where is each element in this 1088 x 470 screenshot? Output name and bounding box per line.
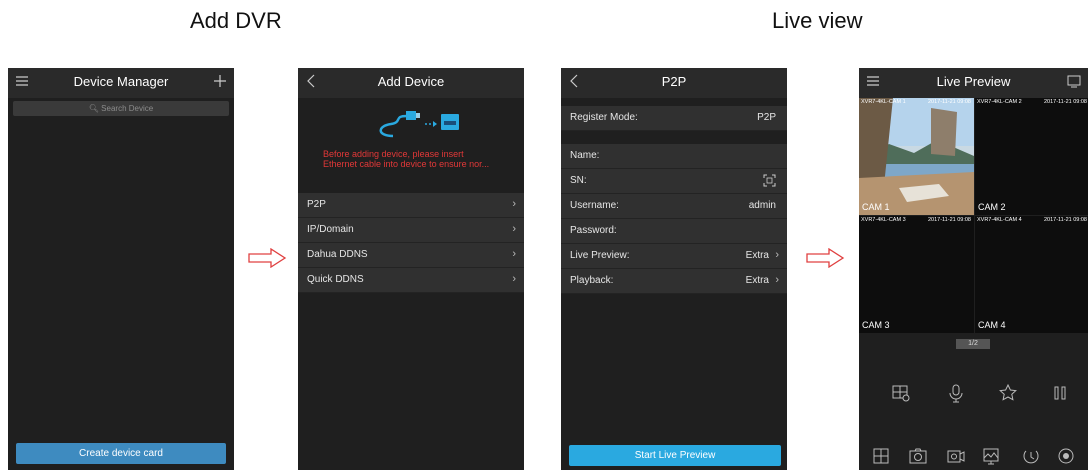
username-value: admin — [748, 200, 776, 211]
option-ip-domain[interactable]: IP/Domain › — [298, 218, 524, 243]
search-icon: 🔍︎ — [88, 104, 99, 113]
playback-label: Playback: — [570, 275, 614, 286]
camera-tile-1[interactable]: XVR7-4KL-CAM 1 2017-11-21 09:08 CAM 1 — [859, 98, 974, 215]
camera-label: CAM 3 — [862, 320, 890, 330]
playback-stream-row[interactable]: Playback: Extra › — [561, 269, 787, 294]
password-label: Password: — [570, 225, 617, 236]
favorite-star-icon[interactable] — [997, 382, 1019, 404]
ptz-control-icon[interactable] — [890, 382, 912, 404]
chevron-right-icon: › — [512, 198, 516, 210]
camera-tile-4[interactable]: XVR7-4KL-CAM 4 2017-11-21 09:08 CAM 4 — [975, 216, 1088, 333]
live-preview-stream-row[interactable]: Live Preview: Extra › — [561, 244, 787, 269]
option-label: IP/Domain — [307, 224, 354, 235]
warning-line-1: Before adding device, please insert — [323, 149, 464, 159]
live-preview-navbar: Live Preview — [859, 68, 1088, 98]
create-device-card-button[interactable]: Create device card — [16, 443, 226, 464]
camera-name: XVR7-4KL-CAM 4 — [977, 217, 1022, 223]
arrow-right-icon — [806, 248, 845, 268]
device-manager-screen: Device Manager 🔍︎ Search Device Create d… — [8, 68, 234, 470]
username-label: Username: — [570, 200, 619, 211]
username-field[interactable]: Username: admin — [561, 194, 787, 219]
option-label: P2P — [307, 199, 326, 210]
camera-timestamp: 2017-11-21 09:08 — [1043, 99, 1087, 105]
add-device-screen: Add Device Before adding device, please … — [298, 68, 524, 470]
search-placeholder: Search Device — [101, 104, 154, 113]
microphone-icon[interactable] — [945, 382, 967, 404]
qr-scan-icon[interactable] — [763, 174, 776, 187]
option-dahua-ddns[interactable]: Dahua DDNS › — [298, 243, 524, 268]
caption-live-view: Live view — [772, 8, 863, 33]
camera-name: XVR7-4KL-CAM 1 — [861, 99, 906, 105]
camera-name: XVR7-4KL-CAM 3 — [861, 217, 906, 223]
add-device-navbar: Add Device — [298, 68, 524, 98]
camera-label: CAM 2 — [978, 202, 1006, 212]
p2p-navbar: P2P — [561, 68, 787, 98]
page-title: Add Device — [377, 74, 445, 89]
page-indicator: 1/2 — [956, 339, 990, 349]
chevron-right-icon: › — [775, 249, 779, 261]
register-mode-value: P2P — [757, 112, 776, 123]
camera-feed-image — [859, 98, 974, 215]
camera-label: CAM 4 — [978, 320, 1006, 330]
ethernet-warning: Before adding device, please insert Ethe… — [323, 149, 518, 169]
playback-value: Extra — [745, 275, 769, 286]
device-manager-navbar: Device Manager — [8, 68, 234, 98]
sn-field[interactable]: SN: — [561, 169, 787, 194]
record-video-icon[interactable] — [945, 445, 967, 467]
playback-icon[interactable] — [1020, 445, 1042, 467]
option-p2p[interactable]: P2P › — [298, 193, 524, 218]
camera-timestamp: 2017-11-21 09:08 — [927, 99, 971, 105]
password-field[interactable]: Password: — [561, 219, 787, 244]
name-label: Name: — [570, 150, 600, 161]
camera-label: CAM 1 — [862, 202, 890, 212]
camera-name: XVR7-4KL-CAM 2 — [977, 99, 1022, 105]
register-mode-row[interactable]: Register Mode: P2P — [561, 106, 787, 131]
add-icon[interactable] — [212, 73, 228, 89]
page-title: Device Manager — [73, 74, 169, 89]
camera-tile-2[interactable]: XVR7-4KL-CAM 2 2017-11-21 09:08 CAM 2 — [975, 98, 1088, 215]
arrow-right-icon — [248, 248, 287, 268]
camera-tile-3[interactable]: XVR7-4KL-CAM 3 2017-11-21 09:08 CAM 3 — [859, 216, 974, 333]
search-input[interactable]: 🔍︎ Search Device — [13, 101, 229, 116]
chevron-right-icon: › — [512, 273, 516, 285]
ethernet-cable-icon — [379, 111, 459, 138]
device-list-icon[interactable] — [1066, 73, 1082, 89]
caption-add-dvr: Add DVR — [190, 8, 282, 33]
camera-timestamp: 2017-11-21 09:08 — [927, 217, 971, 223]
image-quality-icon[interactable] — [980, 445, 1002, 467]
start-live-preview-button[interactable]: Start Live Preview — [569, 445, 781, 466]
snapshot-icon[interactable] — [907, 445, 929, 467]
chevron-right-icon: › — [512, 223, 516, 235]
page-title: Live Preview — [936, 74, 1011, 89]
sn-label: SN: — [570, 175, 587, 186]
live-preview-screen: Live Preview XVR7-4KL-CAM 1 2017-11-21 0… — [859, 68, 1088, 470]
option-quick-ddns[interactable]: Quick DDNS › — [298, 268, 524, 293]
option-label: Quick DDNS — [307, 274, 364, 285]
register-mode-label: Register Mode: — [570, 112, 638, 123]
live-preview-label: Live Preview: — [570, 250, 630, 261]
warning-line-2: Ethernet cable into device to ensure nor… — [323, 159, 490, 169]
grid-layout-icon[interactable] — [870, 445, 892, 467]
pause-icon[interactable] — [1049, 382, 1071, 404]
fisheye-icon[interactable] — [1055, 445, 1077, 467]
live-preview-value: Extra — [745, 250, 769, 261]
p2p-screen: P2P Register Mode: P2P Name: SN: Usernam… — [561, 68, 787, 470]
chevron-right-icon: › — [512, 248, 516, 260]
name-field[interactable]: Name: — [561, 144, 787, 169]
camera-timestamp: 2017-11-21 09:08 — [1043, 217, 1087, 223]
page-title: P2P — [661, 74, 687, 89]
option-label: Dahua DDNS — [307, 249, 368, 260]
chevron-right-icon: › — [775, 274, 779, 286]
